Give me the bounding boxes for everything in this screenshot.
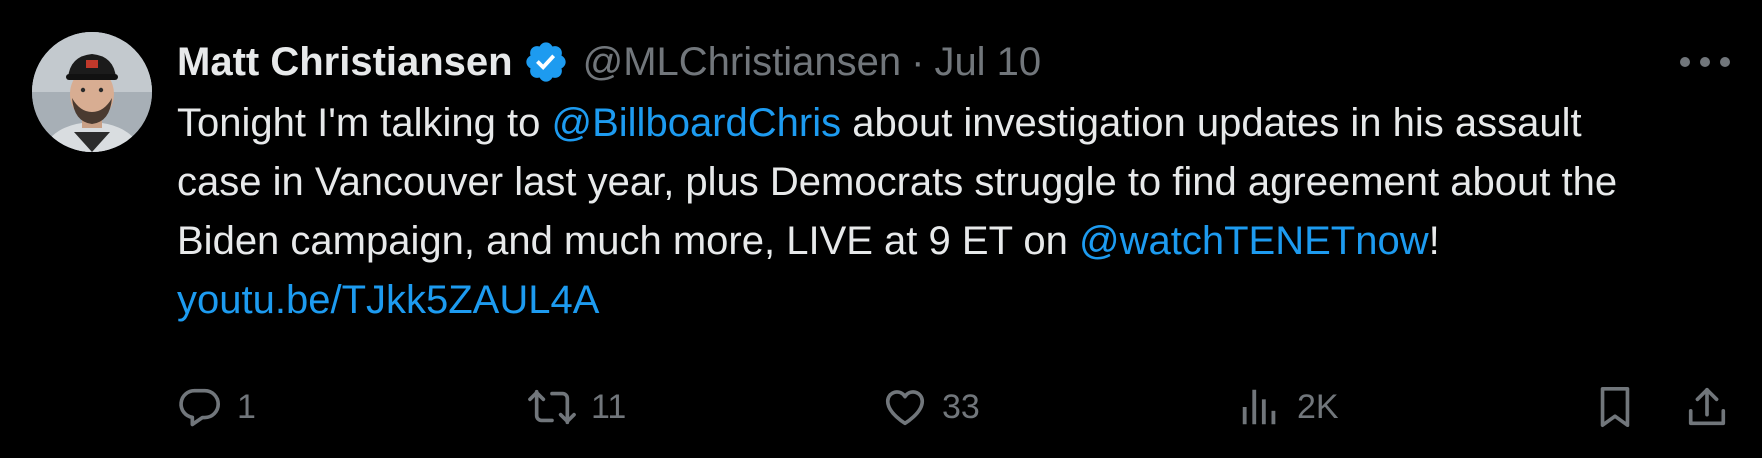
mention-link[interactable]: @BillboardChris	[552, 101, 842, 145]
tweet-text: Tonight I'm talking to @BillboardChris a…	[177, 94, 1647, 330]
reply-count: 1	[237, 387, 256, 426]
bookmark-icon	[1592, 384, 1638, 430]
tweet-date[interactable]: Jul 10	[934, 40, 1041, 85]
tweet-text-part: !	[1428, 219, 1440, 263]
share-button[interactable]	[1684, 380, 1730, 434]
avatar-photo	[32, 32, 152, 152]
share-icon	[1684, 384, 1730, 430]
header-separator: ·	[911, 39, 925, 84]
url-link[interactable]: youtu.be/TJkk5ZAUL4A	[177, 278, 599, 322]
tweet-card[interactable]: Matt Christiansen @MLChristiansen · Jul …	[0, 0, 1762, 458]
like-button[interactable]: 33	[882, 380, 980, 434]
reply-icon	[177, 384, 223, 430]
like-count: 33	[942, 387, 980, 426]
avatar[interactable]	[32, 32, 152, 152]
retweet-button[interactable]: 11	[527, 380, 626, 434]
author-name[interactable]: Matt Christiansen	[177, 40, 513, 85]
verified-badge-icon	[523, 39, 569, 85]
view-count: 2K	[1297, 387, 1339, 426]
bookmark-button[interactable]	[1592, 380, 1638, 434]
views-button[interactable]: 2K	[1237, 380, 1339, 434]
mention-link[interactable]: @watchTENETnow	[1079, 219, 1429, 263]
tweet-content: Matt Christiansen @MLChristiansen · Jul …	[177, 36, 1657, 330]
retweet-icon	[527, 384, 577, 430]
retweet-count: 11	[591, 387, 627, 426]
reply-button[interactable]: 1	[177, 380, 256, 434]
heart-icon	[882, 384, 928, 430]
more-horizontal-icon[interactable]	[1680, 50, 1730, 74]
views-chart-icon	[1237, 384, 1283, 430]
tweet-text-part: Tonight I'm talking to	[177, 101, 552, 145]
action-bar: 1 11 33 2K	[177, 380, 1737, 434]
tweet-header: Matt Christiansen @MLChristiansen · Jul …	[177, 36, 1657, 88]
author-handle[interactable]: @MLChristiansen	[583, 40, 902, 85]
